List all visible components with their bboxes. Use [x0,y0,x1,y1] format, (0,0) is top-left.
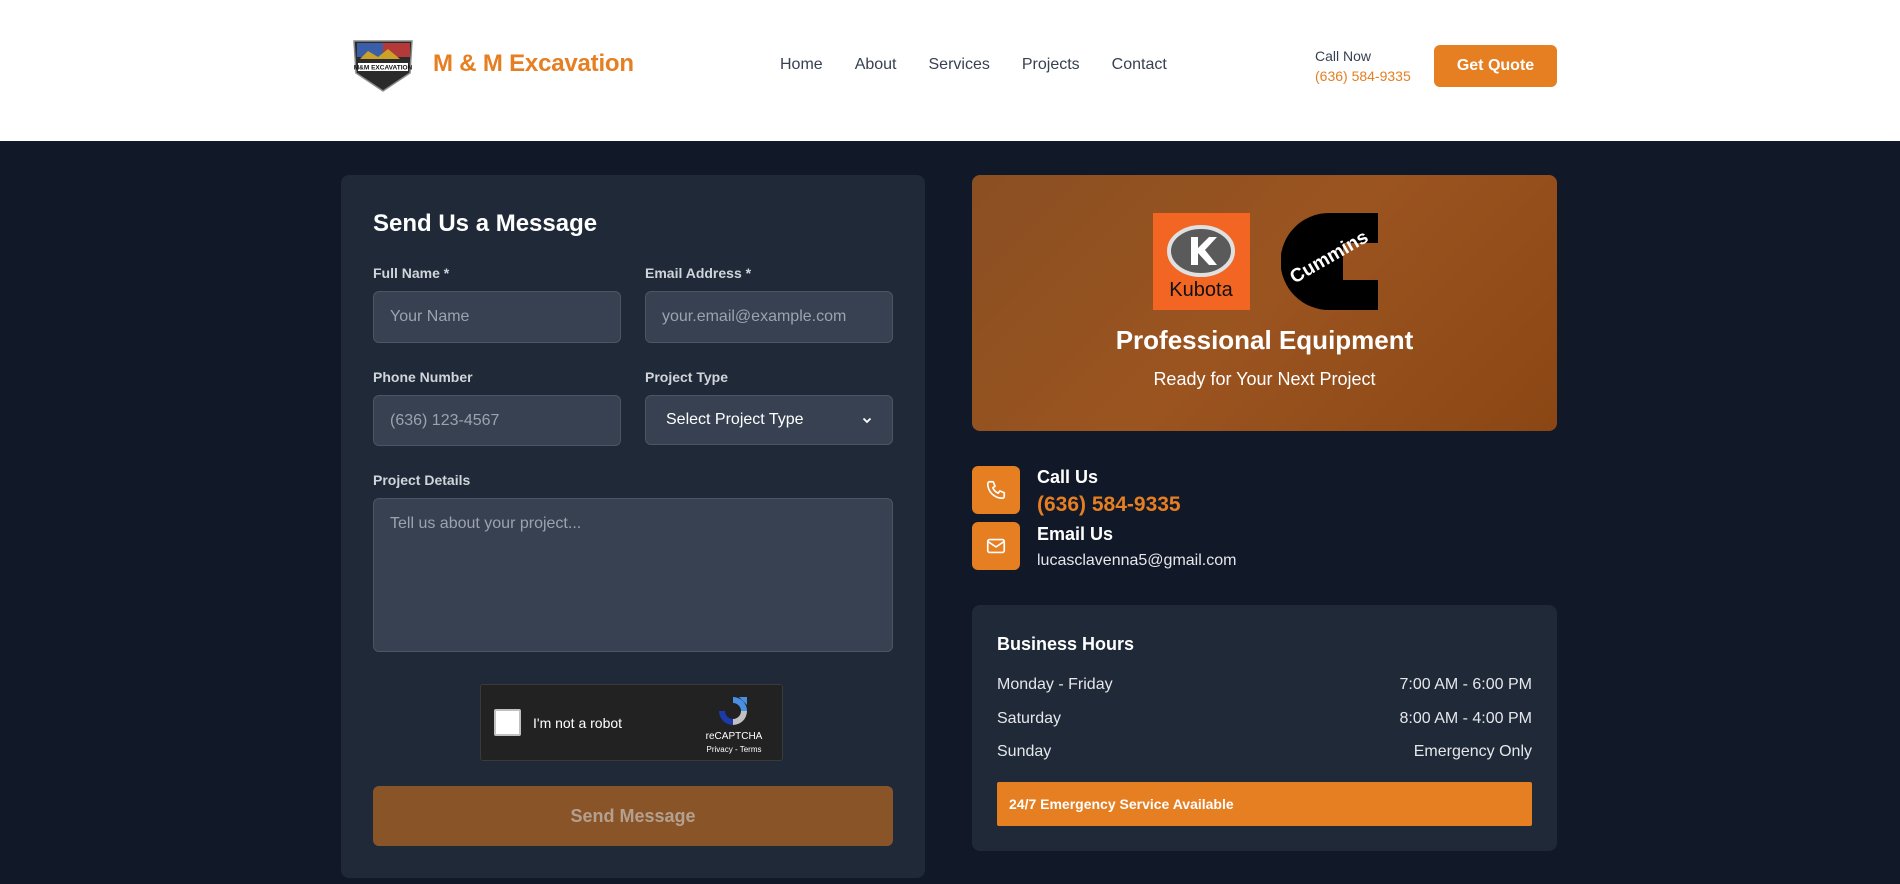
call-now-label: Call Now [1315,48,1372,64]
email-label: Email Address * [645,265,752,281]
recaptcha-brand: reCAPTCHA [705,731,763,742]
mail-icon-box [972,522,1020,570]
chevron-down-icon [862,417,872,424]
recaptcha-links[interactable]: Privacy - Terms [701,745,767,754]
main-nav: Home About Services Projects Contact [780,56,1167,74]
kubota-text: Kubota [1169,279,1233,301]
contact-form-card: Send Us a Message Full Name * Email Addr… [341,175,925,878]
get-quote-button[interactable]: Get Quote [1434,45,1557,87]
business-hours-title: Business Hours [997,634,1135,654]
contact-phone[interactable]: (636) 584-9335 [1037,493,1181,517]
call-now-number[interactable]: (636) 584-9335 [1315,68,1411,84]
form-title: Send Us a Message [373,210,598,237]
hours-day: Saturday [997,710,1062,727]
phone-input[interactable] [373,395,621,446]
hours-time: Emergency Only [1413,743,1532,760]
recaptcha-widget: I'm not a robot reCAPTCHA Privacy - Term… [480,684,783,761]
project-details-label: Project Details [373,472,471,488]
hours-time: 8:00 AM - 4:00 PM [1399,710,1532,727]
send-message-button[interactable]: Send Message [373,786,893,846]
hours-row: Saturday 8:00 AM - 4:00 PM [997,710,1532,728]
site-header: M&M EXCAVATION M & M Excavation Home Abo… [0,0,1900,141]
mail-icon [986,538,1006,554]
phone-icon-box [972,466,1020,514]
nav-home[interactable]: Home [780,56,823,74]
project-type-value: Select Project Type [666,411,804,428]
phone-label: Phone Number [373,369,473,385]
nav-contact[interactable]: Contact [1112,56,1167,74]
equipment-subtitle: Ready for Your Next Project [1153,369,1376,389]
recaptcha-icon [719,697,747,725]
logo-text: M&M EXCAVATION [354,65,413,72]
contact-email[interactable]: lucasclavenna5@gmail.com [1037,552,1236,570]
cummins-logo: Cummins [1281,213,1378,310]
recaptcha-checkbox[interactable] [494,709,521,736]
hours-time: 7:00 AM - 6:00 PM [1399,676,1532,693]
emergency-service-banner: 24/7 Emergency Service Available [997,782,1532,826]
nav-about[interactable]: About [855,56,897,74]
nav-projects[interactable]: Projects [1022,56,1080,74]
full-name-label: Full Name * [373,265,450,281]
hours-day: Monday - Friday [997,676,1113,693]
full-name-input[interactable] [373,291,621,343]
email-us-label: Email Us [1037,524,1114,544]
phone-icon [986,480,1006,500]
project-details-textarea[interactable] [373,498,893,652]
hours-day: Sunday [997,743,1052,760]
hours-row: Sunday Emergency Only [997,743,1532,761]
company-logo[interactable]: M&M EXCAVATION [348,37,418,93]
business-hours-card: Business Hours Monday - Friday 7:00 AM -… [972,605,1557,851]
project-type-label: Project Type [645,369,728,385]
nav-services[interactable]: Services [929,56,990,74]
hours-row: Monday - Friday 7:00 AM - 6:00 PM [997,676,1532,694]
recaptcha-label: I'm not a robot [533,715,623,731]
equipment-title: Professional Equipment [1115,325,1414,355]
header-call-now: Call Now (636) 584-9335 [1315,48,1411,84]
kubota-logo: Kubota [1153,213,1250,310]
email-input[interactable] [645,291,893,343]
equipment-card: Kubota Cummins Professional Equipment Re… [972,175,1557,431]
call-us-label: Call Us [1037,467,1099,487]
project-type-select[interactable]: Select Project Type [645,395,893,445]
brand-name[interactable]: M & M Excavation [433,50,634,78]
